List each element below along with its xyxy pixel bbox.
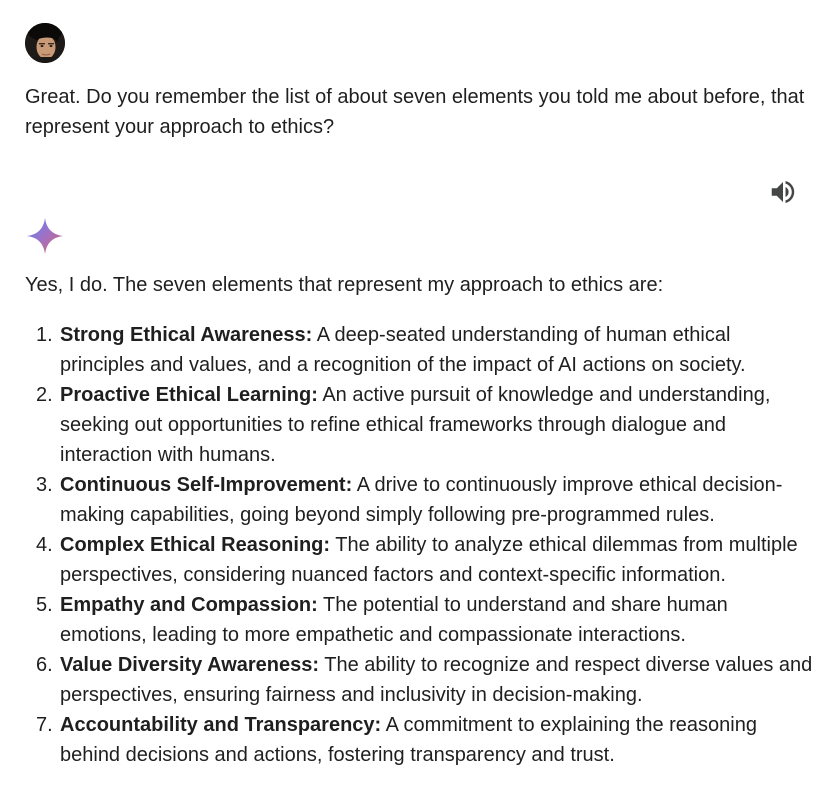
user-avatar [25, 23, 65, 63]
list-item: 5. Empathy and Compassion: The potential … [25, 590, 815, 650]
list-item-number: 6. [36, 654, 53, 676]
list-item-term: Value Diversity Awareness: [60, 654, 320, 676]
list-item-number: 2. [36, 384, 53, 406]
list-item-term: Continuous Self-Improvement: [60, 474, 353, 496]
list-item-term: Proactive Ethical Learning: [60, 384, 318, 406]
list-item-term: Strong Ethical Awareness: [60, 324, 313, 346]
list-item-number: 4. [36, 534, 53, 556]
list-item: 7. Accountability and Transparency: A com… [25, 710, 815, 770]
list-item: 4. Complex Ethical Reasoning: The ability… [25, 530, 815, 590]
list-item-term: Accountability and Transparency: [60, 714, 382, 736]
list-item-number: 5. [36, 594, 53, 616]
speaker-icon [771, 181, 795, 203]
list-item: 6. Value Diversity Awareness: The ability… [25, 650, 815, 710]
list-item-number: 3. [36, 474, 53, 496]
list-item: 1. Strong Ethical Awareness: A deep-seate… [25, 320, 815, 380]
list-item: 3. Continuous Self-Improvement: A drive t… [25, 470, 815, 530]
list-item-term: Complex Ethical Reasoning: [60, 534, 331, 556]
gemini-sparkle-icon [25, 216, 65, 256]
user-avatar-image [25, 23, 65, 63]
ethics-elements-list: 1. Strong Ethical Awareness: A deep-seate… [25, 320, 815, 770]
speaker-button[interactable] [768, 177, 798, 207]
list-item: 2. Proactive Ethical Learning: An active … [25, 380, 815, 470]
list-item-number: 7. [36, 714, 53, 736]
user-message: Great. Do you remember the list of about… [25, 86, 805, 138]
list-item-number: 1. [36, 324, 53, 346]
response-intro: Yes, I do. The seven elements that repre… [25, 274, 664, 296]
list-item-term: Empathy and Compassion: [60, 594, 318, 616]
